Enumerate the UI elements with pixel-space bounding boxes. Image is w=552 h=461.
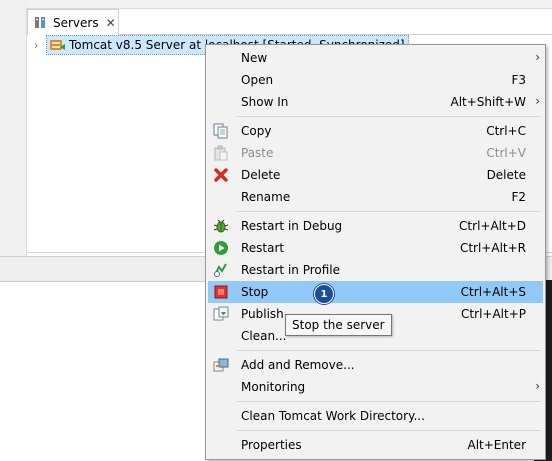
menu-accelerator: Alt+Enter <box>467 438 526 452</box>
menu-item-new[interactable]: New › <box>208 47 543 69</box>
menu-item-monitoring[interactable]: Monitoring › <box>208 376 543 398</box>
menu-label: Restart in Profile <box>241 263 341 277</box>
tab-label: Servers <box>53 15 99 30</box>
menu-separator <box>237 401 541 402</box>
step-badge: 1 <box>314 284 334 304</box>
menu-label: Restart in Debug <box>241 219 343 233</box>
menu-separator <box>237 211 541 212</box>
menu-accelerator: Alt+Shift+W <box>450 95 527 109</box>
menu-accelerator: Delete <box>486 168 526 182</box>
menu-accelerator: Ctrl+C <box>486 124 526 138</box>
menu-accelerator: F2 <box>511 190 526 204</box>
context-menu: New › Open F3 Show In Alt+Shift+W › Copy… <box>205 44 546 460</box>
debug-bug-icon <box>213 218 229 234</box>
menu-accelerator: Ctrl+V <box>486 146 526 160</box>
menu-accelerator: Ctrl+Alt+R <box>459 241 526 255</box>
menu-label: Stop <box>241 285 269 299</box>
paste-icon <box>213 145 229 161</box>
menu-label: Copy <box>241 124 272 138</box>
menu-label: Open <box>241 73 274 87</box>
view-top-border <box>26 0 552 9</box>
chevron-right-icon: › <box>535 379 540 393</box>
menu-label: Restart <box>241 241 285 255</box>
tab-servers[interactable]: Servers ✕ <box>27 9 119 35</box>
menu-label: Clean Tomcat Work Directory... <box>241 409 425 423</box>
menu-item-stop[interactable]: Stop 1 Ctrl+Alt+S <box>208 281 543 304</box>
menu-label: Add and Remove... <box>241 358 355 372</box>
close-icon[interactable]: ✕ <box>106 17 116 29</box>
run-icon <box>213 240 229 256</box>
menu-item-open[interactable]: Open F3 <box>208 69 543 91</box>
menu-label: Rename <box>241 190 291 204</box>
menu-label: Delete <box>241 168 281 182</box>
menu-accelerator: Ctrl+Alt+D <box>459 219 526 233</box>
chevron-right-icon: › <box>535 50 540 64</box>
menu-label: Monitoring <box>241 380 306 394</box>
menu-item-properties[interactable]: Properties Alt+Enter <box>208 434 543 456</box>
menu-item-copy[interactable]: Copy Ctrl+C <box>208 120 543 142</box>
menu-item-restart-debug[interactable]: Restart in Debug Ctrl+Alt+D <box>208 215 543 237</box>
menu-separator <box>237 116 541 117</box>
menu-separator <box>237 350 541 351</box>
menu-separator <box>237 430 541 431</box>
delete-icon <box>213 167 229 183</box>
menu-item-restart-profile[interactable]: Restart in Profile <box>208 259 543 281</box>
chevron-right-icon[interactable]: › <box>34 39 46 52</box>
menu-item-rename[interactable]: Rename F2 <box>208 186 543 208</box>
tomcat-server-icon <box>49 38 65 52</box>
menu-item-clean-work-directory[interactable]: Clean Tomcat Work Directory... <box>208 405 543 427</box>
menu-label: Clean... <box>241 329 287 343</box>
publish-icon <box>213 306 229 322</box>
menu-label: Properties <box>241 438 302 452</box>
menu-accelerator: Ctrl+Alt+P <box>461 307 526 321</box>
stop-icon <box>213 284 229 300</box>
menu-label: New <box>241 51 268 65</box>
menu-accelerator: F3 <box>511 73 526 87</box>
menu-item-paste[interactable]: Paste Ctrl+V <box>208 142 543 164</box>
chevron-right-icon: › <box>535 94 540 108</box>
menu-label: Show In <box>241 95 289 109</box>
menu-label: Paste <box>241 146 274 160</box>
menu-accelerator: Ctrl+Alt+S <box>460 285 526 299</box>
menu-item-restart[interactable]: Restart Ctrl+Alt+R <box>208 237 543 259</box>
profile-icon <box>213 262 229 278</box>
menu-item-add-remove[interactable]: Add and Remove... <box>208 354 543 376</box>
copy-icon <box>213 123 229 139</box>
tooltip-stop-server: Stop the server <box>285 314 392 336</box>
add-remove-icon <box>213 357 229 373</box>
menu-label: Publish <box>241 307 284 321</box>
menu-item-delete[interactable]: Delete Delete <box>208 164 543 186</box>
servers-icon <box>34 16 47 29</box>
menu-item-show-in[interactable]: Show In Alt+Shift+W › <box>208 91 543 113</box>
left-trim <box>0 0 27 256</box>
